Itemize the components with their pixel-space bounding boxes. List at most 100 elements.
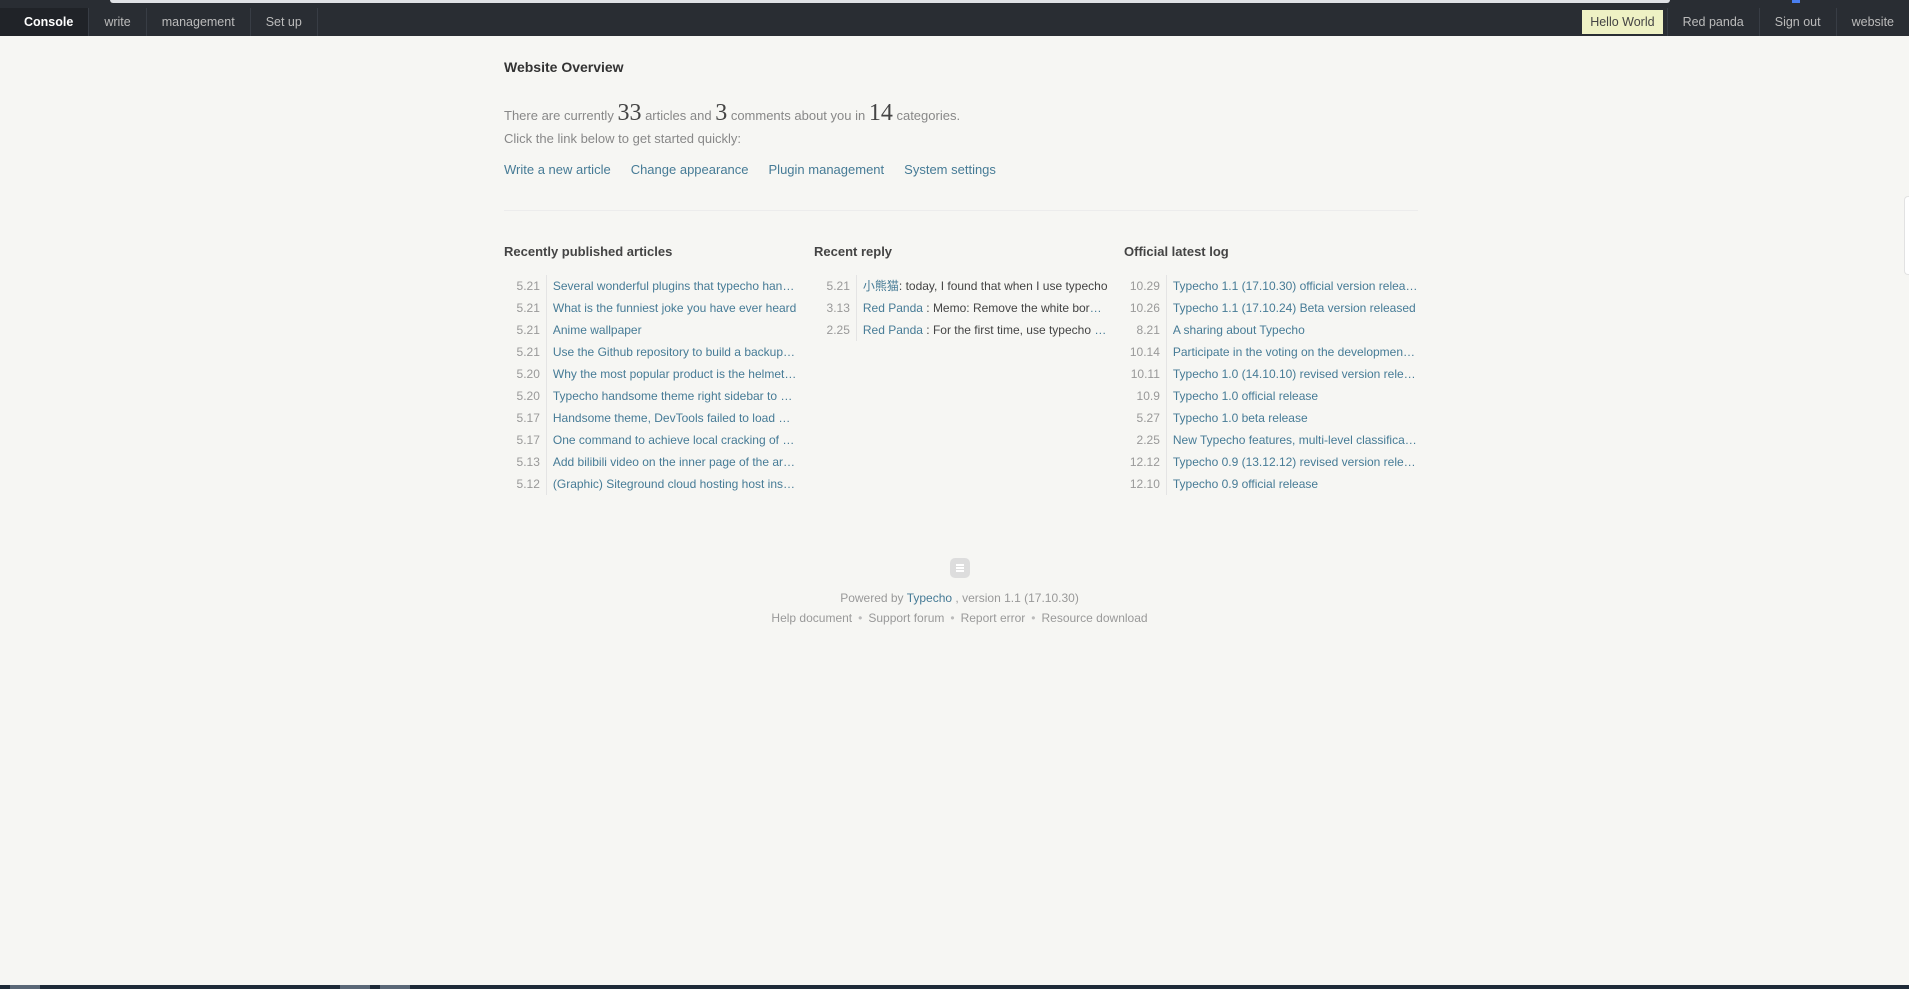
article-row: 5.20 Typecho handsome theme right sidebar… [504, 385, 798, 407]
row-date: 12.12 [1124, 451, 1167, 473]
log-row-link[interactable]: New Typecho features, multi-level classi… [1167, 429, 1418, 451]
nav-console[interactable]: Console [0, 8, 90, 36]
taskbar-item [380, 985, 410, 989]
article-row: 5.21 What is the funniest joke you have e… [504, 297, 798, 319]
row-date: 10.26 [1124, 297, 1167, 319]
log-row: 8.21 A sharing about Typecho [1124, 319, 1418, 341]
log-row: 12.12 Typecho 0.9 (13.12.12) revised vers… [1124, 451, 1418, 473]
reply-body-link[interactable]: For the first time, use typecho to build [933, 323, 1108, 337]
footer-links: Help document • Support forum • Report error… [0, 611, 1909, 625]
article-row-link[interactable]: One command to achieve local cracking of… [547, 429, 798, 451]
nav-management[interactable]: management [147, 8, 251, 36]
log-row-link[interactable]: Typecho 1.0 (14.10.10) revised version r… [1167, 363, 1418, 385]
plugin-management-link[interactable]: Plugin management [769, 162, 885, 177]
recent-articles-title: Recently published articles [504, 244, 673, 259]
reply-separator: : [922, 301, 930, 315]
article-row: 5.17 Handsome theme, DevTools failed to l… [504, 407, 798, 429]
reply-content: Red Panda : Memo: Remove the white borde… [857, 297, 1108, 319]
reply-author-link[interactable]: 小熊猫 [863, 279, 899, 293]
row-date: 3.13 [814, 297, 857, 319]
article-row-link[interactable]: (Graphic) Siteground cloud hosting host … [547, 473, 798, 495]
log-row: 10.26 Typecho 1.1 (17.10.24) Beta version… [1124, 297, 1418, 319]
row-date: 10.29 [1124, 275, 1167, 297]
nav-write[interactable]: write [89, 8, 147, 36]
log-row-link[interactable]: A sharing about Typecho [1167, 319, 1418, 341]
reply-body-link[interactable]: today, I found that when I use typecho [906, 279, 1108, 293]
typecho-logo-icon [949, 558, 970, 578]
separator-dot: • [1031, 611, 1036, 625]
row-date: 5.27 [1124, 407, 1167, 429]
article-row: 5.17 One command to achieve local crackin… [504, 429, 798, 451]
reply-content: 小熊猫: today, I found that when I use type… [857, 275, 1108, 297]
log-row: 10.11 Typecho 1.0 (14.10.10) revised vers… [1124, 363, 1418, 385]
log-row-link[interactable]: Participate in the voting on the develop… [1167, 341, 1418, 363]
taskbar-item [340, 985, 370, 989]
log-row-link[interactable]: Typecho 1.1 (17.10.24) Beta version rele… [1167, 297, 1418, 319]
log-row-link[interactable]: Typecho 0.9 official release [1167, 473, 1418, 495]
official-log-list: 10.29 Typecho 1.1 (17.10.30) official ver… [1124, 275, 1418, 495]
support-forum-link[interactable]: Support forum [868, 611, 944, 625]
categories-count: 14 [868, 100, 893, 126]
row-date: 5.21 [814, 275, 857, 297]
article-row-link[interactable]: Handsome theme, DevTools failed to load … [547, 407, 798, 429]
stats-prefix: There are currently [504, 108, 614, 123]
powered-prefix: Powered by [840, 591, 904, 605]
system-settings-link[interactable]: System settings [904, 162, 996, 177]
main-content: Website Overview There are currently 33 … [504, 36, 1418, 495]
log-row: 10.9 Typecho 1.0 official release [1124, 385, 1418, 407]
powered-by: Powered by Typecho , version 1.1 (17.10.… [0, 591, 1909, 605]
row-date: 5.17 [504, 407, 547, 429]
reply-separator: : [922, 323, 930, 337]
article-row-link[interactable]: What is the funniest joke you have ever … [547, 297, 798, 319]
row-date: 5.21 [504, 319, 547, 341]
log-row-link[interactable]: Typecho 1.0 official release [1167, 385, 1418, 407]
get-started-text: Click the link below to get started quic… [504, 131, 741, 146]
article-row-link[interactable]: Why the most popular product is the helm… [547, 363, 798, 385]
row-date: 2.25 [814, 319, 857, 341]
report-error-link[interactable]: Report error [961, 611, 1026, 625]
reply-body-link[interactable]: Memo: Remove the white border of the [933, 301, 1108, 315]
log-row: 2.25 New Typecho features, multi-level cl… [1124, 429, 1418, 451]
log-row-link[interactable]: Typecho 1.0 beta release [1167, 407, 1418, 429]
taskbar-item [10, 985, 40, 989]
version-text: , version 1.1 (17.10.30) [955, 591, 1079, 605]
article-row-link[interactable]: Several wonderful plugins that typecho h… [547, 275, 798, 297]
reply-author-link[interactable]: Red Panda [863, 323, 923, 337]
nav-right: Hello World Red panda Sign out website [1582, 8, 1909, 36]
log-row-link[interactable]: Typecho 1.1 (17.10.30) official version … [1167, 275, 1418, 297]
quick-links: Write a new article Change appearance Pl… [504, 162, 1418, 177]
article-row-link[interactable]: Add bilibili video on the inner page of … [547, 451, 798, 473]
browser-chrome-sliver [0, 0, 1909, 8]
article-row-link[interactable]: Anime wallpaper [547, 319, 798, 341]
resource-download-link[interactable]: Resource download [1041, 611, 1147, 625]
help-document-link[interactable]: Help document [771, 611, 852, 625]
change-appearance-link[interactable]: Change appearance [631, 162, 749, 177]
row-date: 2.25 [1124, 429, 1167, 451]
nav-user[interactable]: Red panda [1666, 8, 1759, 36]
typecho-link[interactable]: Typecho [907, 591, 952, 605]
nav-setup[interactable]: Set up [251, 8, 318, 36]
articles-word: articles and [645, 108, 712, 123]
article-row-link[interactable]: Use the Github repository to build a bac… [547, 341, 798, 363]
article-row: 5.21 Anime wallpaper [504, 319, 798, 341]
row-date: 8.21 [1124, 319, 1167, 341]
log-row: 5.27 Typecho 1.0 beta release [1124, 407, 1418, 429]
nav-signout[interactable]: Sign out [1758, 8, 1836, 36]
row-date: 5.13 [504, 451, 547, 473]
reply-separator: : [898, 279, 903, 293]
row-date: 5.20 [504, 385, 547, 407]
official-log-column: Official latest log 10.29 Typecho 1.1 (17… [1124, 244, 1418, 495]
article-row: 5.21 Use the Github repository to build a… [504, 341, 798, 363]
nav-website[interactable]: website [1835, 8, 1909, 36]
write-article-link[interactable]: Write a new article [504, 162, 611, 177]
reply-author-link[interactable]: Red Panda [863, 301, 923, 315]
log-row-link[interactable]: Typecho 0.9 (13.12.12) revised version r… [1167, 451, 1418, 473]
recent-articles-list: 5.21 Several wonderful plugins that typec… [504, 275, 798, 495]
side-panel-tab[interactable] [1904, 196, 1909, 275]
article-row-link[interactable]: Typecho handsome theme right sidebar to … [547, 385, 798, 407]
reply-content: Red Panda : For the first time, use type… [857, 319, 1108, 341]
hello-world-badge[interactable]: Hello World [1582, 10, 1663, 34]
recent-reply-title: Recent reply [814, 244, 893, 259]
recent-reply-list: 5.21 小熊猫: today, I found that when I use … [814, 275, 1108, 341]
comments-count: 3 [715, 100, 728, 126]
